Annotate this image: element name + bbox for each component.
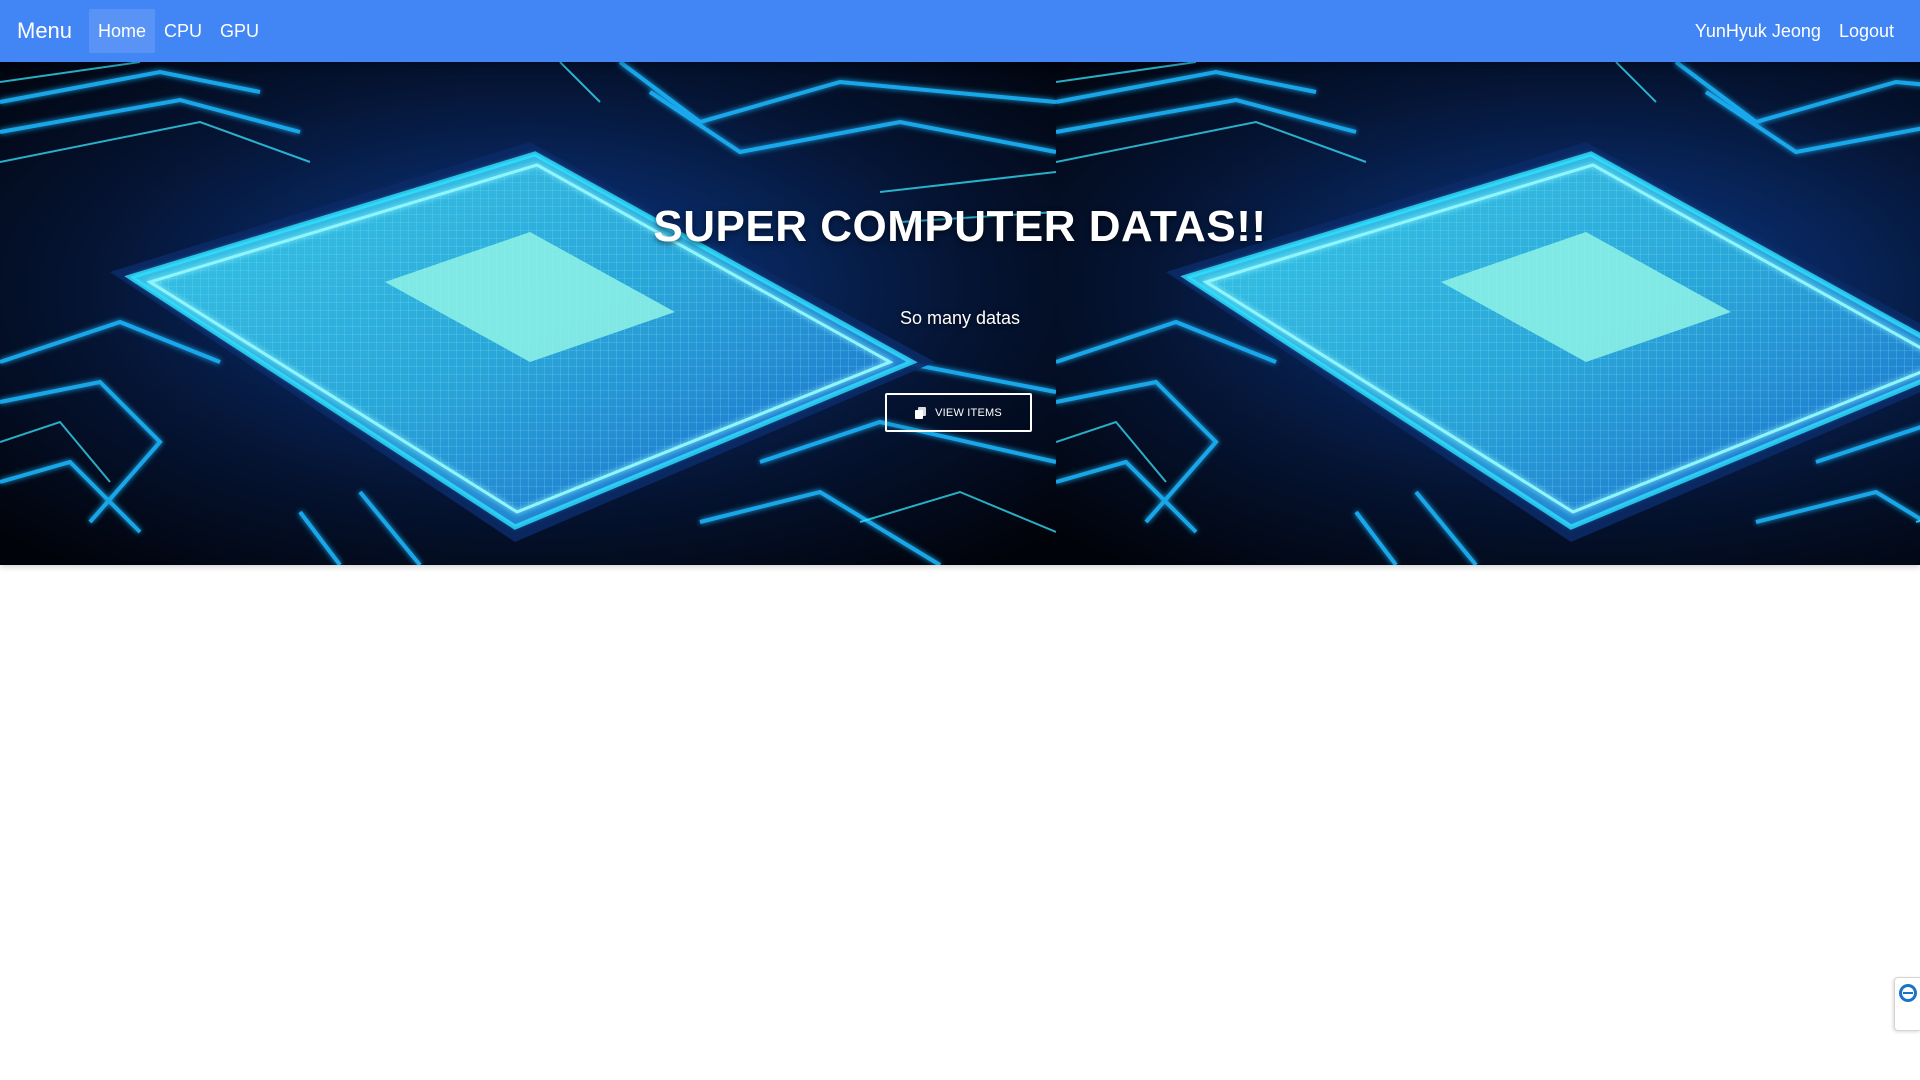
copy-icon (915, 406, 927, 419)
logout-link[interactable]: Logout (1830, 9, 1903, 53)
remote-support-icon (1899, 984, 1917, 1002)
hero-title: SUPER COMPUTER DATAS!! (653, 202, 1267, 251)
nav-link-cpu[interactable]: CPU (155, 9, 211, 53)
hero-content: SUPER COMPUTER DATAS!! So many datas VIE… (0, 62, 1920, 565)
top-navbar: Menu Home CPU GPU YunHyuk Jeong Logout (0, 0, 1920, 62)
nav-links: Home CPU GPU (89, 9, 268, 53)
view-items-button[interactable]: VIEW ITEMS (885, 393, 1032, 432)
view-items-label: VIEW ITEMS (935, 406, 1002, 419)
nav-user-area: YunHyuk Jeong Logout (1686, 9, 1903, 53)
user-name-link[interactable]: YunHyuk Jeong (1686, 9, 1830, 53)
hero-banner: SUPER COMPUTER DATAS!! So many datas VIE… (0, 62, 1920, 565)
hero-subtitle: So many datas (899, 308, 1021, 328)
nav-link-gpu[interactable]: GPU (211, 9, 268, 53)
remote-support-widget[interactable] (1894, 977, 1920, 1031)
nav-link-home[interactable]: Home (89, 9, 156, 53)
brand-menu-link[interactable]: Menu (17, 0, 72, 62)
